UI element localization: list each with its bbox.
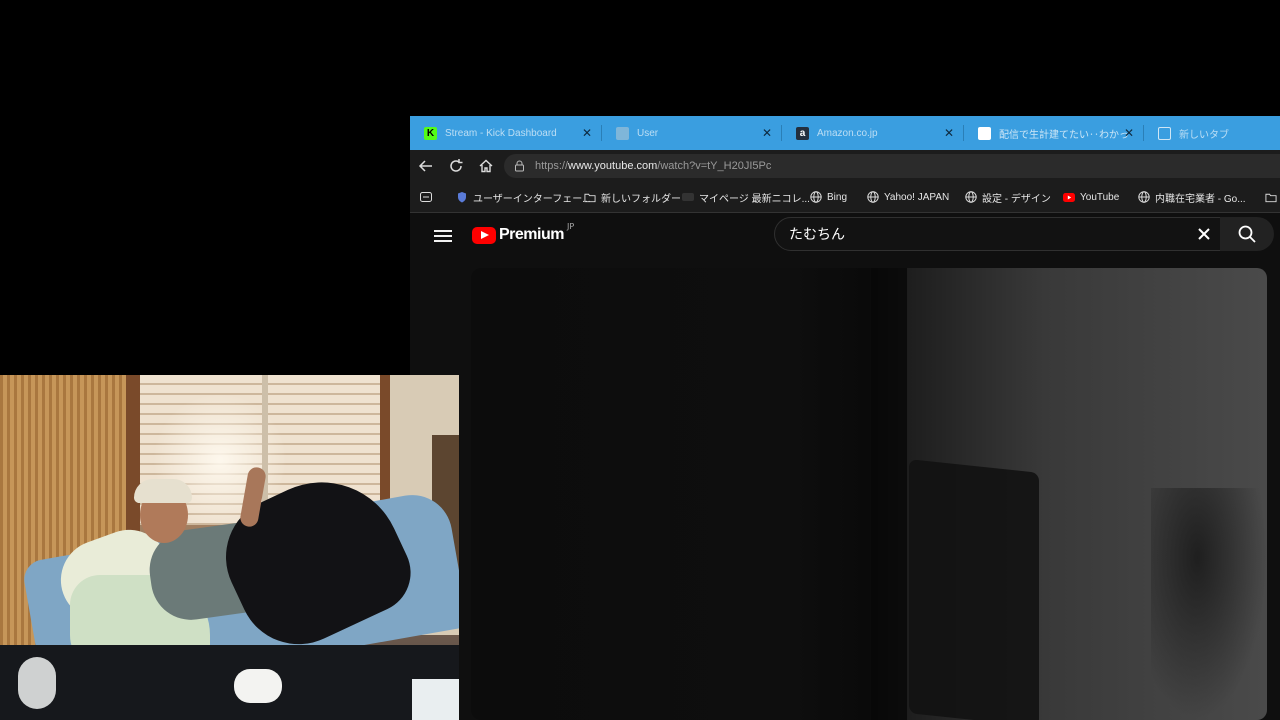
bookmark-label: 設定 - デザイン: [982, 193, 1051, 205]
menu-button[interactable]: [432, 227, 454, 247]
tab-kick-dashboard[interactable]: K Stream - Kick Dashboard ✕: [410, 116, 602, 150]
search-button[interactable]: [1220, 217, 1274, 251]
globe-icon: [810, 191, 822, 203]
new-tab-icon: [1158, 126, 1171, 140]
tab-new-tab[interactable]: 新しいタブ: [1144, 116, 1280, 150]
tab-title: 新しいタブ: [1179, 129, 1229, 141]
shield-icon: [456, 191, 468, 203]
bookmark-item[interactable]: 内職在宅業者 - Go...: [1138, 188, 1246, 206]
reload-button[interactable]: [446, 156, 466, 176]
tab-title: Amazon.co.jp: [817, 127, 878, 139]
youtube-play-icon: [472, 226, 496, 244]
globe-icon: [1138, 191, 1150, 203]
youtube-icon: [1063, 191, 1075, 203]
browser-window: K Stream - Kick Dashboard ✕ User ✕ a Ama…: [410, 116, 1280, 720]
bookmark-label: Yahoo! JAPAN: [884, 191, 950, 203]
bookmark-folder[interactable]: [1265, 188, 1280, 206]
bookmark-label: 内職在宅業者 - Go...: [1155, 193, 1246, 205]
globe-icon: [965, 191, 977, 203]
folder-icon: [584, 191, 596, 203]
niconico-icon: [682, 191, 694, 203]
tab-amazon[interactable]: a Amazon.co.jp ✕: [782, 116, 964, 150]
tab-title: 配信で生計建てたい‥わかってんだ: [999, 129, 1131, 141]
back-button[interactable]: [416, 156, 436, 176]
search-icon: [1238, 225, 1256, 243]
url-path: /watch?v=tY_H20JI5Pc: [657, 160, 772, 172]
navigation-bar: https://www.youtube.com/watch?v=tY_H20JI…: [410, 150, 1280, 182]
home-button[interactable]: [476, 156, 496, 176]
kick-icon: K: [424, 126, 437, 140]
user-icon: [616, 126, 629, 140]
bookmark-folder[interactable]: 新しいフォルダー: [584, 188, 681, 206]
tab-active-document[interactable]: 配信で生計建てたい‥わかってんだ ✕: [964, 116, 1144, 150]
bookmark-sidebar-toggle[interactable]: [420, 188, 437, 206]
logo-text: Premium: [499, 226, 564, 243]
bookmark-item[interactable]: Yahoo! JAPAN: [867, 188, 949, 206]
lock-icon[interactable]: [514, 160, 525, 172]
youtube-page: Premium JP: [414, 213, 1280, 720]
reload-icon: [450, 159, 463, 172]
sidebar-icon: [420, 191, 432, 203]
webcam-scene-person: [134, 479, 192, 503]
clear-search-icon[interactable]: [1193, 223, 1215, 245]
close-icon[interactable]: ✕: [942, 126, 956, 140]
home-icon: [479, 159, 493, 173]
tab-bar: K Stream - Kick Dashboard ✕ User ✕ a Ama…: [410, 116, 1280, 150]
bookmark-item[interactable]: 設定 - デザイン: [965, 188, 1051, 206]
webcam-scene-box: [412, 679, 459, 720]
globe-icon: [867, 191, 879, 203]
close-icon[interactable]: ✕: [1122, 126, 1136, 140]
address-bar[interactable]: https://www.youtube.com/watch?v=tY_H20JI…: [504, 154, 1280, 178]
video-player[interactable]: [471, 268, 1267, 720]
url-text: https://www.youtube.com/watch?v=tY_H20JI…: [535, 160, 771, 172]
document-icon: [978, 126, 991, 140]
close-icon[interactable]: ✕: [760, 126, 774, 140]
url-scheme: https://: [535, 160, 569, 172]
amazon-icon: a: [796, 126, 809, 140]
youtube-header: Premium JP: [414, 213, 1280, 263]
webcam-scene-desk: [0, 645, 459, 720]
bookmarks-bar: ユーザーインターフェー... 新しいフォルダー マイページ 最新ニコレ... B…: [410, 182, 1280, 213]
hamburger-line: [434, 240, 452, 242]
search-input[interactable]: [787, 223, 1191, 245]
back-arrow-icon: [418, 160, 432, 172]
bookmark-youtube[interactable]: YouTube: [1063, 188, 1119, 206]
folder-icon: [1265, 191, 1277, 203]
url-host: www.youtube.com: [568, 160, 658, 172]
hamburger-line: [434, 235, 452, 237]
bookmark-label: YouTube: [1080, 191, 1120, 203]
bookmark-label: Bing: [827, 191, 848, 203]
bookmark-item[interactable]: ユーザーインターフェー...: [456, 188, 591, 206]
webcam-scene-earbuds: [234, 669, 282, 703]
bookmark-item[interactable]: マイページ 最新ニコレ...: [682, 188, 810, 206]
video-frame-detail: [1151, 488, 1267, 720]
close-icon[interactable]: ✕: [580, 126, 594, 140]
video-frame-detail: [909, 459, 1039, 720]
webcam-scene-mouse: [18, 657, 56, 709]
bookmark-item[interactable]: Bing: [810, 188, 847, 206]
tab-title: User: [637, 127, 659, 139]
tab-title: Stream - Kick Dashboard: [445, 127, 557, 139]
search-box: [774, 217, 1222, 251]
bookmark-label: マイページ 最新ニコレ...: [699, 193, 810, 205]
bookmark-label: ユーザーインターフェー...: [473, 193, 591, 205]
hamburger-line: [434, 230, 452, 232]
tab-user[interactable]: User ✕: [602, 116, 782, 150]
youtube-premium-logo[interactable]: Premium JP: [472, 222, 574, 244]
bookmark-label: 新しいフォルダー: [601, 193, 681, 205]
region-code: JP: [566, 221, 575, 231]
webcam-overlay: [0, 375, 459, 720]
video-frame-detail: [871, 268, 907, 720]
